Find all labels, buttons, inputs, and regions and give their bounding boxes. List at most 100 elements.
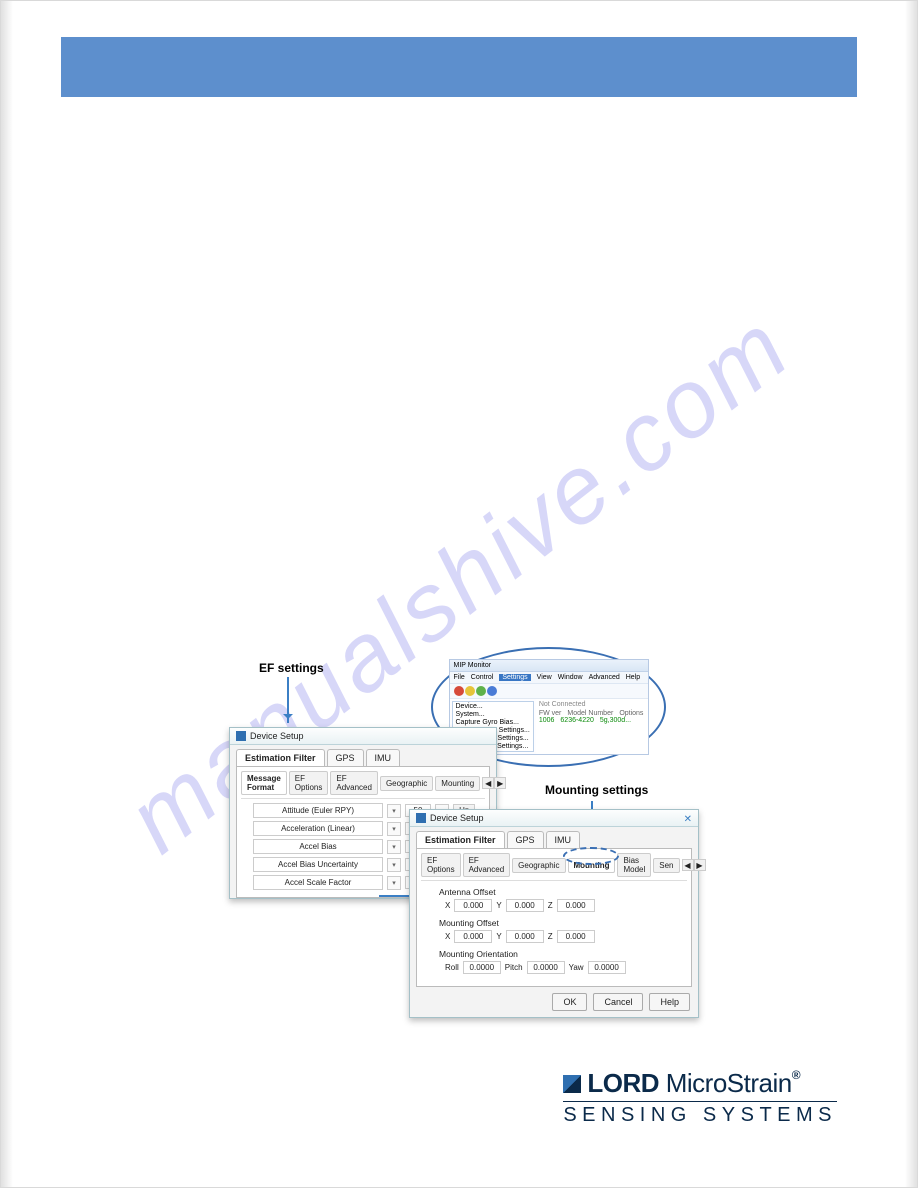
dropdown-icon[interactable]: ▾ [387, 804, 401, 818]
subtab-geographic[interactable]: Geographic [512, 858, 565, 873]
registered-icon: ® [792, 1068, 800, 1082]
mounting-offset-fields: X 0.000 Y 0.000 Z 0.000 [445, 930, 687, 943]
mounting-orientation-fields: Roll0.0000 Pitch0.0000 Yaw0.0000 [445, 961, 687, 974]
axis-label: X [445, 932, 450, 941]
app-icon [416, 813, 426, 823]
toolbar [450, 684, 648, 699]
mounting-highlight-ellipse [563, 847, 619, 865]
annotation-mounting-settings: Mounting settings [545, 783, 648, 797]
tab-imu[interactable]: IMU [366, 749, 401, 766]
brand-lord: LORD [587, 1068, 659, 1098]
scroll-right-icon[interactable]: ▶ [494, 777, 506, 789]
menu-item[interactable]: File [454, 674, 465, 681]
tab-gps[interactable]: GPS [327, 749, 364, 766]
menubar: File Control Settings View Window Advanc… [450, 672, 648, 684]
page-shadow [905, 1, 917, 1187]
tab-gps[interactable]: GPS [507, 831, 544, 848]
toolbar-icon[interactable] [487, 686, 497, 696]
menu-item[interactable]: View [537, 674, 552, 681]
tab-scroll: ◀ ▶ [482, 777, 506, 789]
msg-label[interactable]: Accel Bias [253, 839, 383, 854]
tab-estimation-filter[interactable]: Estimation Filter [236, 749, 325, 766]
annotation-ef-settings: EF settings [259, 661, 324, 675]
antenna-offset-fields: X0.000 Y0.000 Z0.000 [445, 899, 687, 912]
mounting-offset-label: Mounting Offset [439, 918, 687, 928]
orient-roll-input[interactable]: 0.0000 [463, 961, 501, 974]
toolbar-icon[interactable] [454, 686, 464, 696]
page-shadow [1, 1, 13, 1187]
app-icon [236, 731, 246, 741]
dialog-titlebar: Device Setup ✕ [410, 810, 698, 827]
dialog-title: Device Setup [430, 813, 484, 823]
subtab-message-format[interactable]: Message Format [241, 771, 287, 795]
mount-y-input[interactable]: 0.000 [506, 930, 544, 943]
main-tabs: Estimation Filter GPS IMU [410, 827, 698, 848]
toolbar-icon[interactable] [465, 686, 475, 696]
scroll-right-icon[interactable]: ▶ [694, 859, 706, 871]
axis-label: Z [548, 932, 553, 941]
device-setup-dialog-2: Device Setup ✕ Estimation Filter GPS IMU… [409, 809, 699, 1018]
msg-label[interactable]: Accel Scale Factor [253, 875, 383, 890]
orient-pitch-input[interactable]: 0.0000 [527, 961, 565, 974]
subtab-ef-advanced[interactable]: EF Advanced [330, 771, 378, 795]
subtab-sensor[interactable]: Sen [653, 858, 679, 873]
menu-item[interactable]: Advanced [589, 674, 620, 681]
main-tabs: Estimation Filter GPS IMU [230, 745, 496, 766]
antenna-y-input[interactable]: 0.000 [506, 899, 544, 912]
table-header: FW ver Model Number Options [539, 710, 645, 717]
dropdown-icon[interactable]: ▾ [387, 858, 401, 872]
mounting-orientation-label: Mounting Orientation [439, 949, 687, 959]
brand-microstrain: MicroStrain [666, 1068, 792, 1098]
subtab-mounting[interactable]: Mounting [435, 776, 480, 791]
msg-label[interactable]: Acceleration (Linear) [253, 821, 383, 836]
dialog-titlebar: Device Setup [230, 728, 496, 745]
mount-x-input[interactable]: 0.000 [454, 930, 492, 943]
menu-popup-item[interactable]: Device... [456, 703, 530, 710]
msg-label[interactable]: Attitude (Euler RPY) [253, 803, 383, 818]
scroll-left-icon[interactable]: ◀ [682, 859, 694, 871]
arrow-icon [287, 677, 289, 723]
axis-label: Y [496, 932, 501, 941]
cancel-button[interactable]: Cancel [593, 993, 643, 1011]
menu-item[interactable]: Control [471, 674, 494, 681]
dropdown-icon[interactable]: ▾ [387, 876, 401, 890]
menu-popup-item[interactable]: System... [456, 711, 530, 718]
menu-popup-item[interactable]: Capture Gyro Bias... [456, 719, 530, 726]
axis-label: X [445, 901, 450, 910]
dropdown-icon[interactable]: ▾ [387, 840, 401, 854]
dialog-title: Device Setup [250, 731, 304, 741]
close-icon[interactable]: ✕ [684, 814, 692, 825]
ok-button[interactable]: OK [552, 993, 587, 1011]
table-row[interactable]: 1006 6236-4220 5g,300d... [539, 717, 645, 724]
axis-label: Z [548, 901, 553, 910]
tab-estimation-filter[interactable]: Estimation Filter [416, 831, 505, 848]
subtab-ef-options[interactable]: EF Options [289, 771, 329, 795]
subtab-ef-options[interactable]: EF Options [421, 853, 461, 877]
orient-yaw-input[interactable]: 0.0000 [588, 961, 626, 974]
axis-label: Pitch [505, 963, 523, 972]
tab-imu[interactable]: IMU [546, 831, 581, 848]
document-page: manualshive.com MIP Monitor File Control… [0, 0, 918, 1188]
header-band [61, 37, 857, 97]
device-list-pane: Not Connected FW ver Model Number Option… [536, 699, 648, 754]
subtab-bias-model[interactable]: Bias Model [617, 853, 651, 877]
menu-item[interactable]: Window [558, 674, 583, 681]
antenna-z-input[interactable]: 0.000 [557, 899, 595, 912]
dropdown-icon[interactable]: ▾ [387, 822, 401, 836]
menu-item[interactable]: Help [626, 674, 640, 681]
brand-tagline: SENSING SYSTEMS [563, 1101, 837, 1127]
toolbar-icon[interactable] [476, 686, 486, 696]
app-title: MIP Monitor [450, 660, 648, 672]
msg-label[interactable]: Accel Bias Uncertainty [253, 857, 383, 872]
status-text: Not Connected [539, 701, 645, 708]
help-button[interactable]: Help [649, 993, 690, 1011]
subtab-geographic[interactable]: Geographic [380, 776, 433, 791]
logo-mark-icon [563, 1075, 581, 1093]
tab-scroll: ◀ ▶ [682, 859, 706, 871]
antenna-x-input[interactable]: 0.000 [454, 899, 492, 912]
mount-z-input[interactable]: 0.000 [557, 930, 595, 943]
scroll-left-icon[interactable]: ◀ [482, 777, 494, 789]
subtab-ef-advanced[interactable]: EF Advanced [463, 853, 511, 877]
footer-logo: LORD MicroStrain® SENSING SYSTEMS [563, 1068, 837, 1127]
menu-item-active[interactable]: Settings [499, 674, 530, 681]
